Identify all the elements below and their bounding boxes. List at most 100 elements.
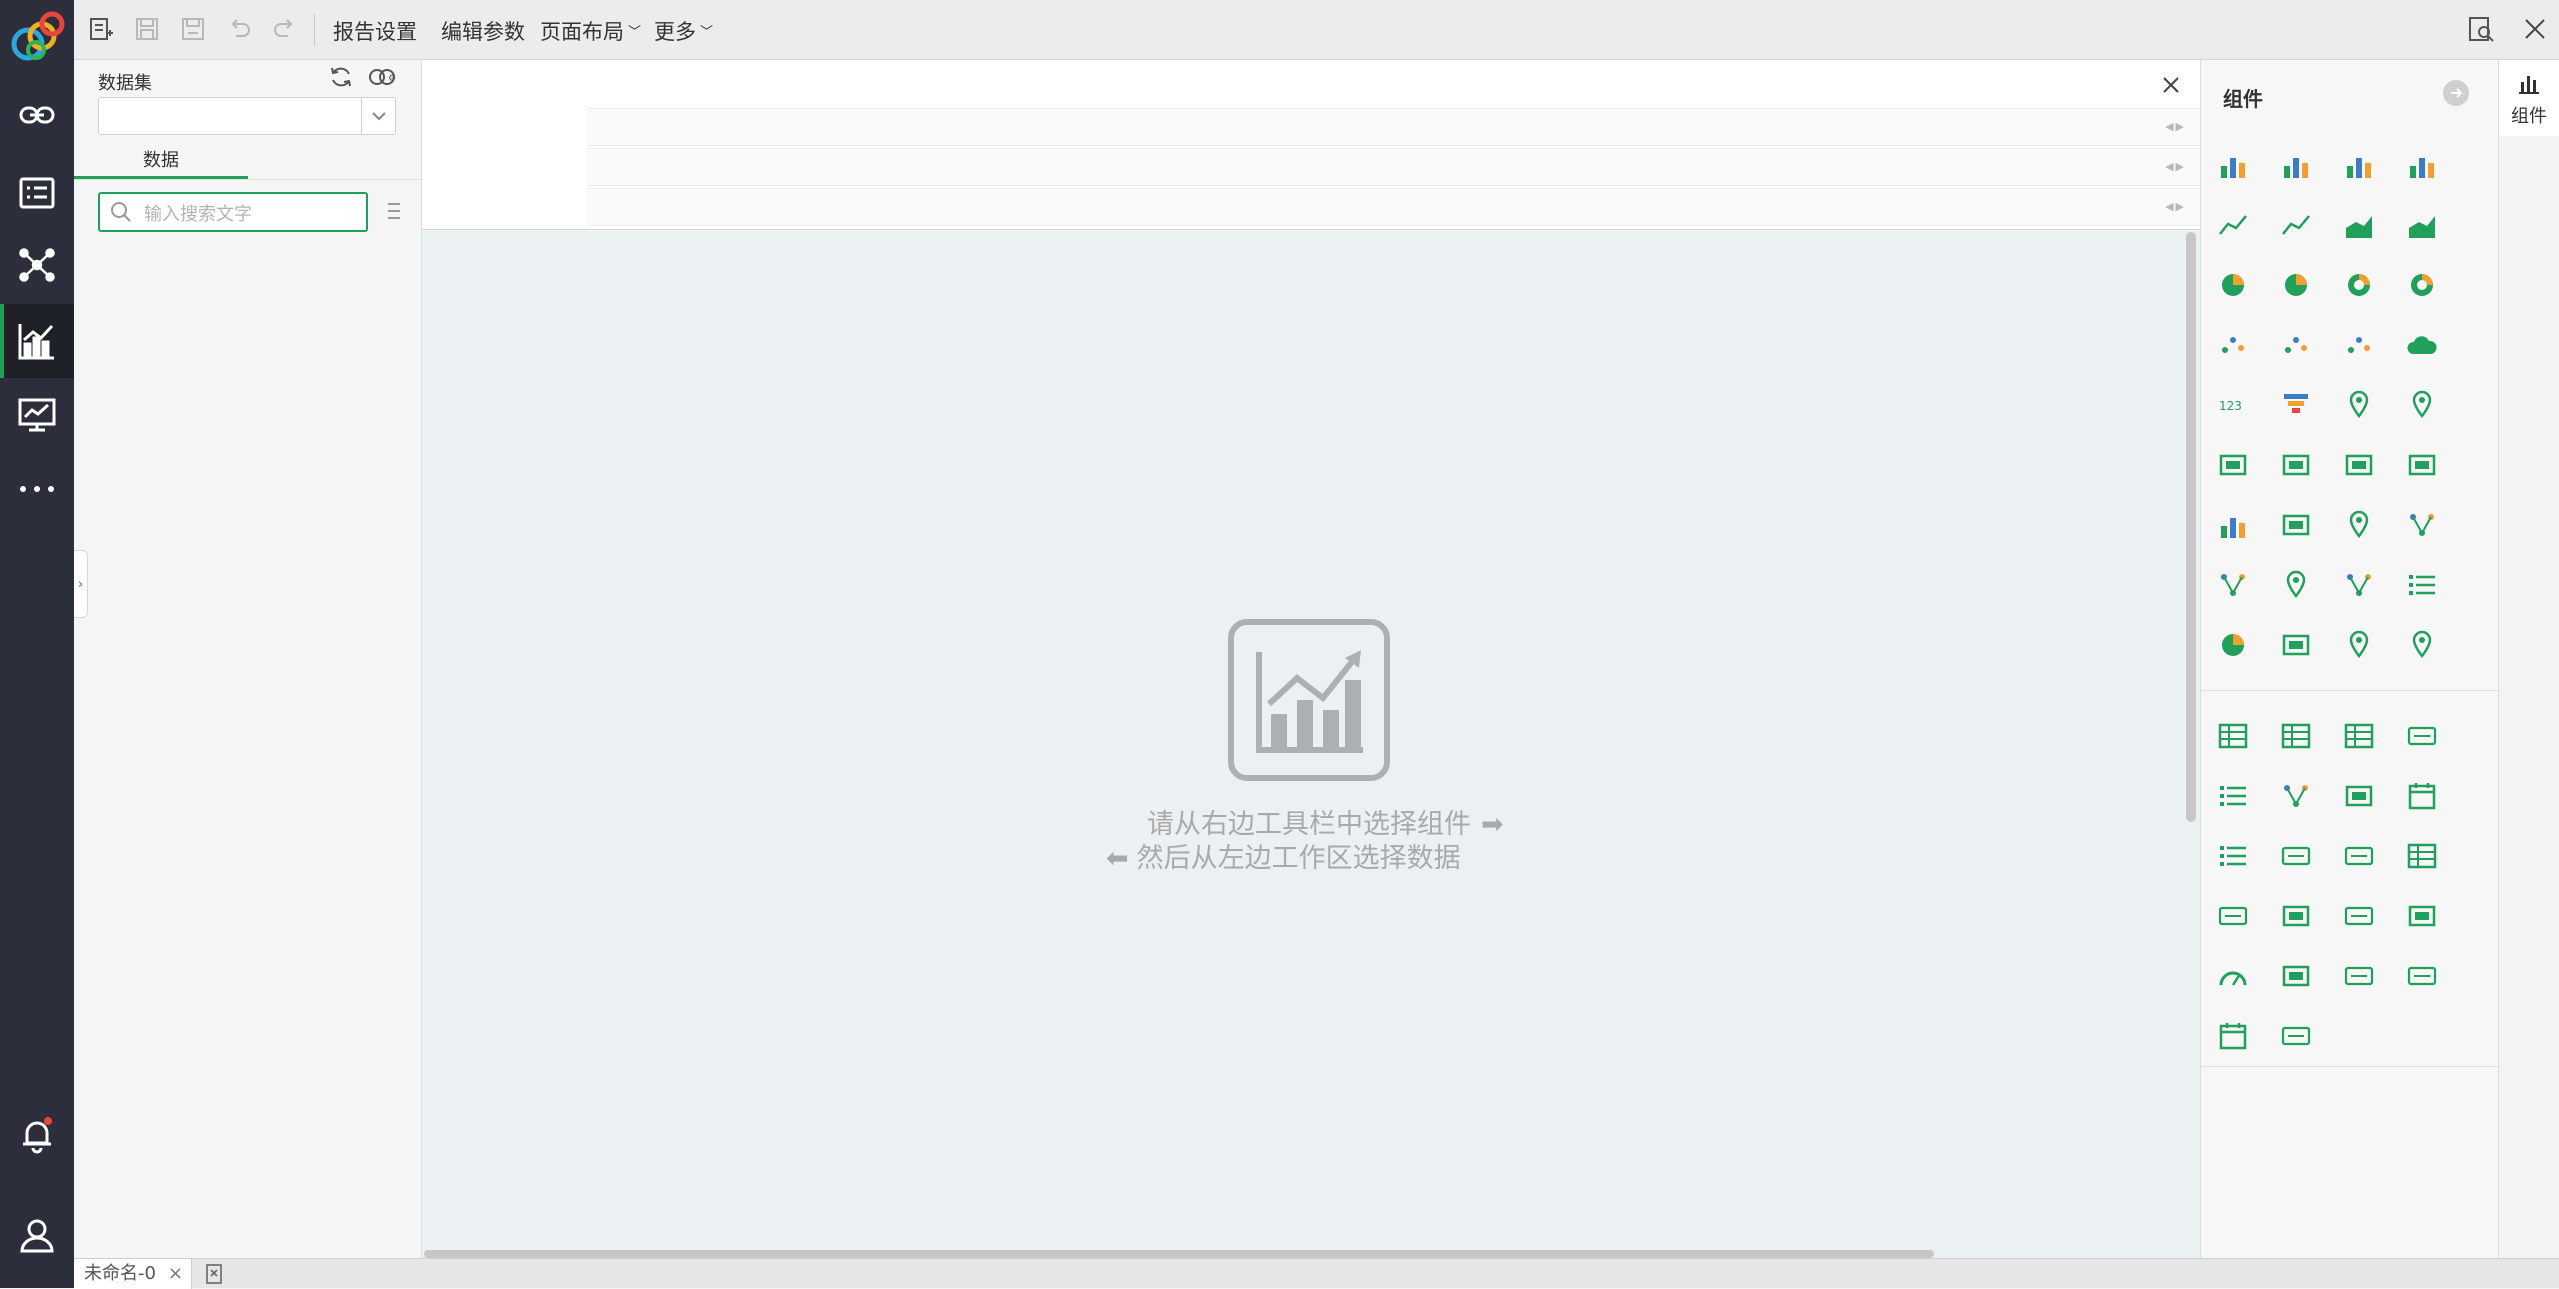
combo-chart-icon[interactable] [2402,445,2442,485]
heat-map-icon[interactable] [2276,565,2316,605]
area-chart-icon[interactable] [2339,205,2379,245]
treemap-icon[interactable] [2339,505,2379,545]
text-box-icon[interactable] [2402,716,2442,756]
edit-table-icon[interactable] [2402,836,2442,876]
nav-dashboard-icon[interactable] [0,378,74,452]
scatter-chart-icon[interactable] [2213,325,2253,365]
3d-surface-chart-icon[interactable] [2276,445,2316,485]
dot-chart-icon[interactable] [2276,325,2316,365]
app-logo[interactable] [6,6,68,68]
waterfall-chart-icon[interactable] [2339,445,2379,485]
ranking-list-icon[interactable] [2402,565,2442,605]
date-filter-icon[interactable] [2402,776,2442,816]
filter-row[interactable]: ◀▶ [587,108,2200,146]
candlestick-chart-icon[interactable] [2276,625,2316,665]
pie-chart-icon[interactable] [2213,265,2253,305]
save-as-icon[interactable] [178,14,208,44]
list-widget-icon[interactable] [2213,836,2253,876]
dropdown-widget-icon[interactable] [2276,836,2316,876]
close-icon[interactable] [2520,14,2550,44]
multi-line-chart-icon[interactable] [2276,205,2316,245]
world-map-icon[interactable] [2339,385,2379,425]
location-map-icon[interactable] [2402,385,2442,425]
number-card-icon[interactable]: 123 [2213,385,2253,425]
rich-text-icon[interactable] [2402,956,2442,996]
tab-data[interactable]: 数据 [74,148,248,180]
arrow-right-circle-icon[interactable] [2443,80,2469,106]
scroll-arrows-icon[interactable]: ◀▶ [2165,200,2186,213]
parallel-chart-icon[interactable] [2213,445,2253,485]
new-report-icon[interactable] [86,14,116,44]
globe-map-icon[interactable] [2213,625,2253,665]
grouped-bar-chart-icon[interactable] [2276,145,2316,185]
stacked-area-chart-icon[interactable] [2402,205,2442,245]
slider-filter-icon[interactable] [2339,776,2379,816]
timer-icon[interactable] [2213,1016,2253,1056]
more-menu[interactable]: 更多 ﹀ [654,16,713,46]
nav-list-icon[interactable] [0,156,74,230]
nav-more-icon[interactable] [0,452,74,526]
scroll-arrows-icon[interactable]: ◀▶ [2165,120,2186,133]
route-map-icon[interactable] [2402,625,2442,665]
percent-stacked-bar-chart-icon[interactable] [2402,145,2442,185]
layout-container-icon[interactable] [2276,956,2316,996]
flow-map-icon[interactable] [2339,625,2379,665]
filter-row[interactable]: ◀▶ [587,188,2200,226]
scroll-arrows-icon[interactable]: ◀▶ [2165,160,2186,173]
report-settings-menu[interactable]: 报告设置 [333,16,417,46]
funnel-chart-icon[interactable] [2276,385,2316,425]
embedded-code-icon[interactable] [2339,956,2379,996]
close-icon[interactable] [2160,74,2182,96]
crosstab-icon[interactable] [2339,716,2379,756]
preview-icon[interactable] [2466,14,2496,44]
page-layout-menu[interactable]: 页面布局 ﹀ [540,16,641,46]
gauge-icon[interactable] [2213,956,2253,996]
digital-clock-icon[interactable] [2276,1016,2316,1056]
filter-row[interactable]: ◀▶ [587,148,2200,186]
donut-chart-icon[interactable] [2339,265,2379,305]
nav-user-icon[interactable] [0,1198,74,1272]
nav-link-icon[interactable] [0,78,74,152]
list-filter-icon[interactable] [2213,776,2253,816]
dataset-select[interactable] [98,97,396,135]
components-rail-button[interactable]: 组件 [2499,60,2559,136]
3d-pie-chart-icon[interactable] [2276,265,2316,305]
field-search-input[interactable]: 输入搜索文字 [98,192,368,232]
bubble-chart-icon[interactable] [2339,325,2379,365]
refresh-icon[interactable] [328,64,354,90]
web-page-icon[interactable] [2402,896,2442,936]
panel-collapse-handle[interactable]: › [74,550,88,618]
tree-filter-icon[interactable] [2276,776,2316,816]
bar-chart-icon[interactable] [2213,145,2253,185]
sankey-chart-icon[interactable] [2213,565,2253,605]
chevron-down-icon[interactable] [361,98,395,134]
nav-notification-icon[interactable] [0,1098,74,1172]
list-view-icon[interactable] [380,198,406,224]
pivot-table-icon[interactable] [2276,716,2316,756]
tree-chart-icon[interactable] [2339,565,2379,605]
text-input-icon[interactable] [2339,836,2379,876]
edit-params-menu[interactable]: 编辑参数 [441,16,525,46]
nav-analysis-icon[interactable] [0,304,74,378]
network-graph-icon[interactable] [2402,505,2442,545]
new-document-icon[interactable] [204,1263,226,1285]
save-icon[interactable] [132,14,162,44]
nav-model-icon[interactable] [0,228,74,302]
document-tab[interactable]: 未命名-0 × [74,1259,192,1289]
horizontal-scrollbar[interactable] [424,1250,1934,1258]
dataset-link-icon[interactable]: ⚙ [368,66,398,88]
histogram-icon[interactable] [2213,505,2253,545]
boxplot-icon[interactable] [2276,505,2316,545]
stacked-bar-chart-icon[interactable] [2339,145,2379,185]
redo-icon[interactable] [270,14,300,44]
tab-container-icon[interactable] [2213,896,2253,936]
ring-chart-icon[interactable] [2402,265,2442,305]
vertical-scrollbar[interactable] [2186,232,2196,822]
table-icon[interactable] [2213,716,2253,756]
line-chart-icon[interactable] [2213,205,2253,245]
close-tab-icon[interactable]: × [168,1259,183,1289]
word-cloud-icon[interactable] [2402,325,2442,365]
button-widget-icon[interactable] [2339,896,2379,936]
image-widget-icon[interactable] [2276,896,2316,936]
undo-icon[interactable] [224,14,254,44]
